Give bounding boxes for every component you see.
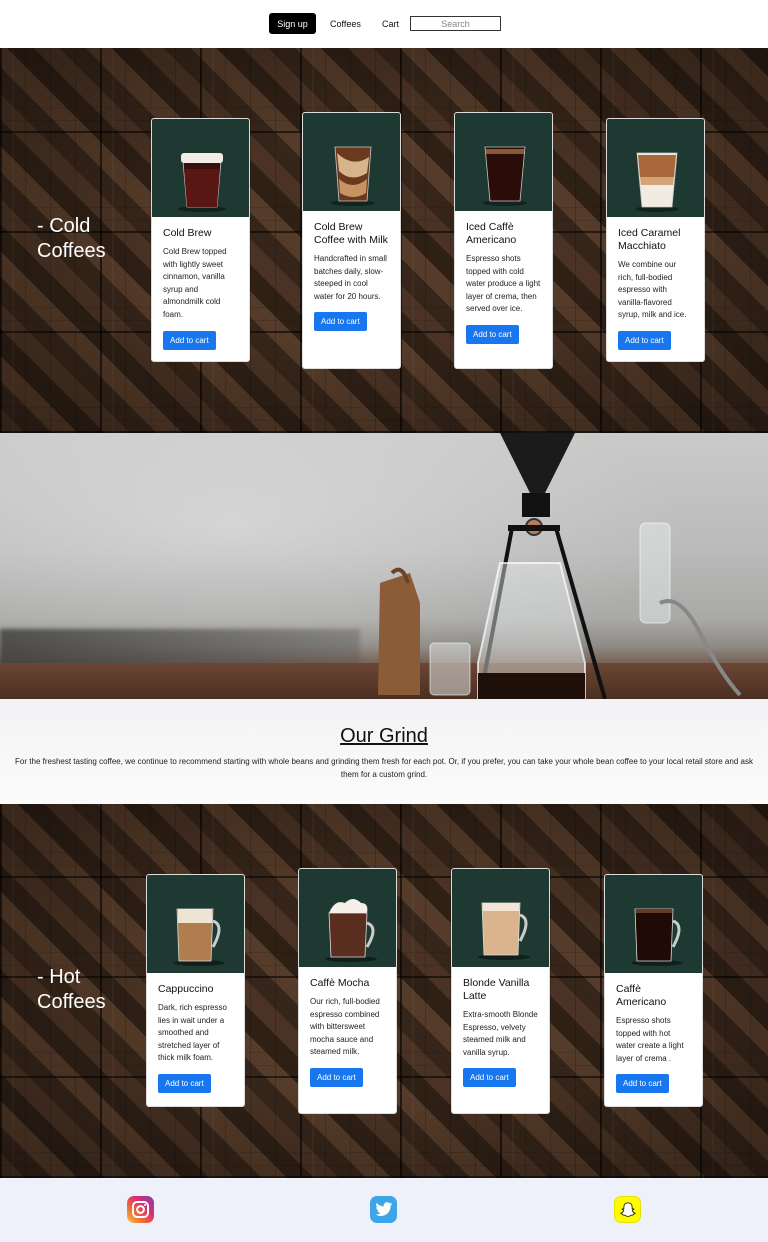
add-to-cart-button[interactable]: Add to cart xyxy=(466,324,519,344)
product-image xyxy=(607,119,704,217)
product-description: Cold Brew topped with lightly sweet cinn… xyxy=(163,247,227,319)
add-to-cart-button[interactable]: Add to cart xyxy=(618,330,671,350)
product-description: Dark, rich espresso lies in wait under a… xyxy=(158,1003,227,1063)
footer xyxy=(0,1178,768,1242)
our-grind-text: For the freshest tasting coffee, we cont… xyxy=(15,757,753,779)
product-image xyxy=(299,869,396,967)
blonde-vanilla-latte-mug-icon xyxy=(478,902,530,960)
product-description: Espresso shots topped with cold water pr… xyxy=(466,254,541,314)
twitter-icon[interactable] xyxy=(370,1196,397,1223)
product-description: Espresso shots topped with hot water cre… xyxy=(616,1016,684,1063)
our-grind-section: Our Grind For the freshest tasting coffe… xyxy=(0,699,768,804)
iced-caramel-macchiato-cup-icon xyxy=(635,152,679,212)
iced-americano-cup-icon xyxy=(483,146,527,206)
add-to-cart-button[interactable]: Add to cart xyxy=(463,1068,516,1088)
product-image xyxy=(303,113,400,211)
nav-link-coffees[interactable]: Coffees xyxy=(330,13,361,34)
product-name: Cappuccino xyxy=(158,983,214,995)
product-image xyxy=(152,119,249,217)
instagram-icon[interactable] xyxy=(127,1196,154,1223)
top-nav: Sign up Coffees Cart xyxy=(0,0,768,48)
product-description: Handcrafted in small batches daily, slow… xyxy=(314,254,387,301)
nav-link-cart[interactable]: Cart xyxy=(382,13,399,34)
product-card-caffe-mocha: Caffè Mocha Our rich, full-bodied espres… xyxy=(298,868,397,1114)
product-image xyxy=(455,113,552,211)
product-name: Iced Caramel Macchiato xyxy=(618,227,681,252)
cold-brew-cup-icon xyxy=(178,153,226,212)
coffee-brewer-photo xyxy=(0,433,768,699)
product-image xyxy=(147,875,244,973)
cappuccino-mug-icon xyxy=(173,908,225,966)
hot-coffees-heading: - Hot Coffees xyxy=(37,966,106,1013)
add-to-cart-button[interactable]: Add to cart xyxy=(616,1074,669,1094)
pour-over-brewer-icon xyxy=(378,433,742,699)
product-name: Cold Brew Coffee with Milk xyxy=(314,221,388,246)
product-card-iced-americano: Iced Caffè Americano Espresso shots topp… xyxy=(454,112,553,369)
product-description: We combine our rich, full-bodied espress… xyxy=(618,260,687,320)
cold-brew-milk-cup-icon xyxy=(331,146,375,206)
caffe-mocha-mug-icon xyxy=(325,899,377,962)
product-card-iced-caramel-macchiato: Iced Caramel Macchiato We combine our ri… xyxy=(606,118,705,362)
product-image xyxy=(605,875,702,973)
signup-button[interactable]: Sign up xyxy=(269,13,316,34)
product-name: Blonde Vanilla Latte xyxy=(463,977,530,1002)
add-to-cart-button[interactable]: Add to cart xyxy=(158,1073,211,1093)
product-name: Caffè Americano xyxy=(616,983,667,1008)
product-name: Caffè Mocha xyxy=(310,977,370,989)
product-card-caffe-americano: Caffè Americano Espresso shots topped wi… xyxy=(604,874,703,1107)
caffe-americano-mug-icon xyxy=(631,908,683,966)
product-description: Extra-smooth Blonde Espresso, velvety st… xyxy=(463,1010,538,1057)
product-name: Iced Caffè Americano xyxy=(466,221,517,246)
product-image xyxy=(452,869,549,967)
product-name: Cold Brew xyxy=(163,227,212,239)
add-to-cart-button[interactable]: Add to cart xyxy=(163,330,216,350)
product-card-cold-brew-milk: Cold Brew Coffee with Milk Handcrafted i… xyxy=(302,112,401,369)
cold-coffees-heading: - Cold Coffees xyxy=(37,215,106,262)
product-card-blonde-vanilla-latte: Blonde Vanilla Latte Extra-smooth Blonde… xyxy=(451,868,550,1114)
search-input[interactable] xyxy=(410,16,501,31)
product-description: Our rich, full-bodied espresso combined … xyxy=(310,997,380,1057)
product-card-cappuccino: Cappuccino Dark, rich espresso lies in w… xyxy=(146,874,245,1107)
snapchat-icon[interactable] xyxy=(614,1196,641,1223)
add-to-cart-button[interactable]: Add to cart xyxy=(314,312,367,332)
product-card-cold-brew: Cold Brew Cold Brew topped with lightly … xyxy=(151,118,250,362)
our-grind-heading: Our Grind xyxy=(340,725,428,747)
add-to-cart-button[interactable]: Add to cart xyxy=(310,1067,363,1087)
